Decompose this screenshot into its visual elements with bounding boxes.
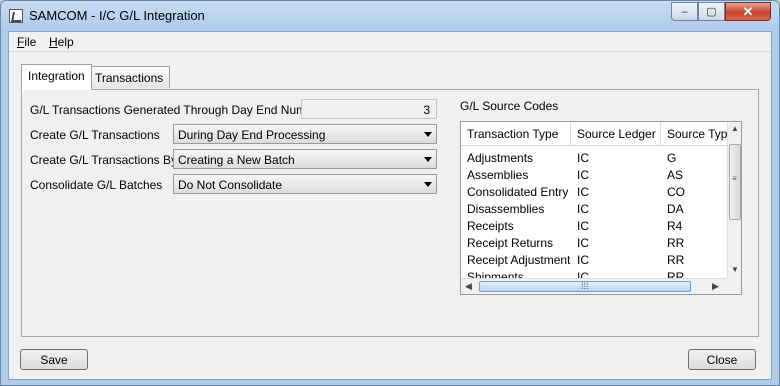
table-row[interactable]: Disassemblies IC DA xyxy=(461,200,727,217)
scroll-down-icon[interactable]: ▼ xyxy=(731,265,739,274)
source-codes-title: G/L Source Codes xyxy=(460,99,559,113)
scroll-up-icon[interactable]: ▲ xyxy=(731,124,739,133)
tab-integration[interactable]: Integration xyxy=(21,64,92,90)
cell-transaction-type: Receipt Adjustments xyxy=(467,253,571,267)
cell-transaction-type: Disassemblies xyxy=(467,202,545,216)
consolidate-dropdown[interactable]: Do Not Consolidate xyxy=(173,174,437,194)
create-gl-dropdown[interactable]: During Day End Processing xyxy=(173,124,437,144)
tab-integration-label: Integration xyxy=(28,69,85,83)
cell-source-type: G xyxy=(667,151,677,165)
scroll-right-icon[interactable]: ▶ xyxy=(712,281,719,292)
close-button[interactable]: Close xyxy=(688,349,756,370)
source-codes-grid[interactable]: Transaction Type Source Ledger Source Ty… xyxy=(460,121,742,295)
scrollbar-corner xyxy=(727,278,741,294)
window-client-area: File Help Integration Transactions G/L T… xyxy=(8,31,772,380)
close-window-button[interactable]: ✕ xyxy=(725,2,771,21)
cell-transaction-type: Adjustments xyxy=(467,151,534,165)
horizontal-scroll-thumb[interactable]: ⁞⁞⁞ xyxy=(479,281,691,292)
vertical-scrollbar[interactable]: ▲ ≡ ▼ xyxy=(727,122,741,278)
table-row[interactable]: Receipt Adjustments IC RR xyxy=(461,251,727,268)
save-button-label: Save xyxy=(40,353,68,367)
create-by-value: Creating a New Batch xyxy=(178,153,295,167)
title-bar[interactable]: SAMCOM - I/C G/L Integration – ▢ ✕ xyxy=(1,1,779,31)
column-source-ledger[interactable]: Source Ledger xyxy=(571,122,661,146)
table-row[interactable]: Consolidated Entry IC CO xyxy=(461,183,727,200)
cell-transaction-type: Receipt Returns xyxy=(467,236,554,250)
cell-source-type: DA xyxy=(667,202,684,216)
cell-source-ledger: IC xyxy=(577,185,589,199)
horizontal-scrollbar[interactable]: ◀ ⁞⁞⁞ ▶ xyxy=(461,278,727,294)
create-by-dropdown[interactable]: Creating a New Batch xyxy=(173,149,437,169)
maximize-button[interactable]: ▢ xyxy=(698,2,725,21)
tab-transactions-label: Transactions xyxy=(95,71,164,85)
create-by-label: Create G/L Transactions By xyxy=(30,153,177,167)
vertical-scroll-thumb[interactable]: ≡ xyxy=(729,144,741,220)
cell-source-ledger: IC xyxy=(577,253,589,267)
column-transaction-type[interactable]: Transaction Type xyxy=(461,122,571,146)
cell-source-type: R4 xyxy=(667,219,683,233)
cell-source-ledger: IC xyxy=(577,236,589,250)
grip-icon: ≡ xyxy=(732,174,737,183)
grip-icon: ⁞⁞⁞ xyxy=(581,281,589,291)
day-end-label: G/L Transactions Generated Through Day E… xyxy=(30,103,324,117)
table-row[interactable]: Adjustments IC G xyxy=(461,149,727,166)
scroll-left-icon[interactable]: ◀ xyxy=(465,281,472,292)
cell-source-ledger: IC xyxy=(577,202,589,216)
table-row[interactable]: Receipt Returns IC RR xyxy=(461,234,727,251)
chevron-down-icon xyxy=(424,182,432,187)
cell-source-ledger: IC xyxy=(577,219,589,233)
cell-source-ledger: IC xyxy=(577,168,589,182)
save-button[interactable]: Save xyxy=(20,349,88,370)
menu-file[interactable]: File xyxy=(15,35,38,49)
cell-source-ledger: IC xyxy=(577,151,589,165)
consolidate-label: Consolidate G/L Batches xyxy=(30,178,163,192)
create-gl-value: During Day End Processing xyxy=(178,128,326,142)
close-button-label: Close xyxy=(706,353,738,367)
table-row[interactable]: Assemblies IC AS xyxy=(461,166,727,183)
cell-transaction-type: Assemblies xyxy=(467,168,529,182)
minimize-button[interactable]: – xyxy=(671,2,698,21)
app-window-icon[interactable] xyxy=(9,9,23,23)
chevron-down-icon xyxy=(424,132,432,137)
grid-header: Transaction Type Source Ledger Source Ty… xyxy=(461,122,731,146)
integration-panel: G/L Transactions Generated Through Day E… xyxy=(21,89,759,337)
app-window: SAMCOM - I/C G/L Integration – ▢ ✕ File … xyxy=(0,0,780,386)
column-source-type[interactable]: Source Type xyxy=(661,122,731,146)
cell-source-type: CO xyxy=(667,185,685,199)
menu-bar: File Help xyxy=(9,32,771,52)
create-gl-label: Create G/L Transactions xyxy=(30,128,160,142)
day-end-number-field: 3 xyxy=(301,99,437,119)
chevron-down-icon xyxy=(424,157,432,162)
consolidate-value: Do Not Consolidate xyxy=(178,178,283,192)
cell-source-type: AS xyxy=(667,168,684,182)
window-title: SAMCOM - I/C G/L Integration xyxy=(29,8,205,23)
tab-transactions[interactable]: Transactions xyxy=(88,66,171,88)
cell-transaction-type: Consolidated Entry xyxy=(467,185,569,199)
table-row[interactable]: Receipts IC R4 xyxy=(461,217,727,234)
cell-source-type: RR xyxy=(667,236,685,250)
cell-transaction-type: Receipts xyxy=(467,219,514,233)
cell-source-type: RR xyxy=(667,253,685,267)
menu-help[interactable]: Help xyxy=(47,35,76,49)
